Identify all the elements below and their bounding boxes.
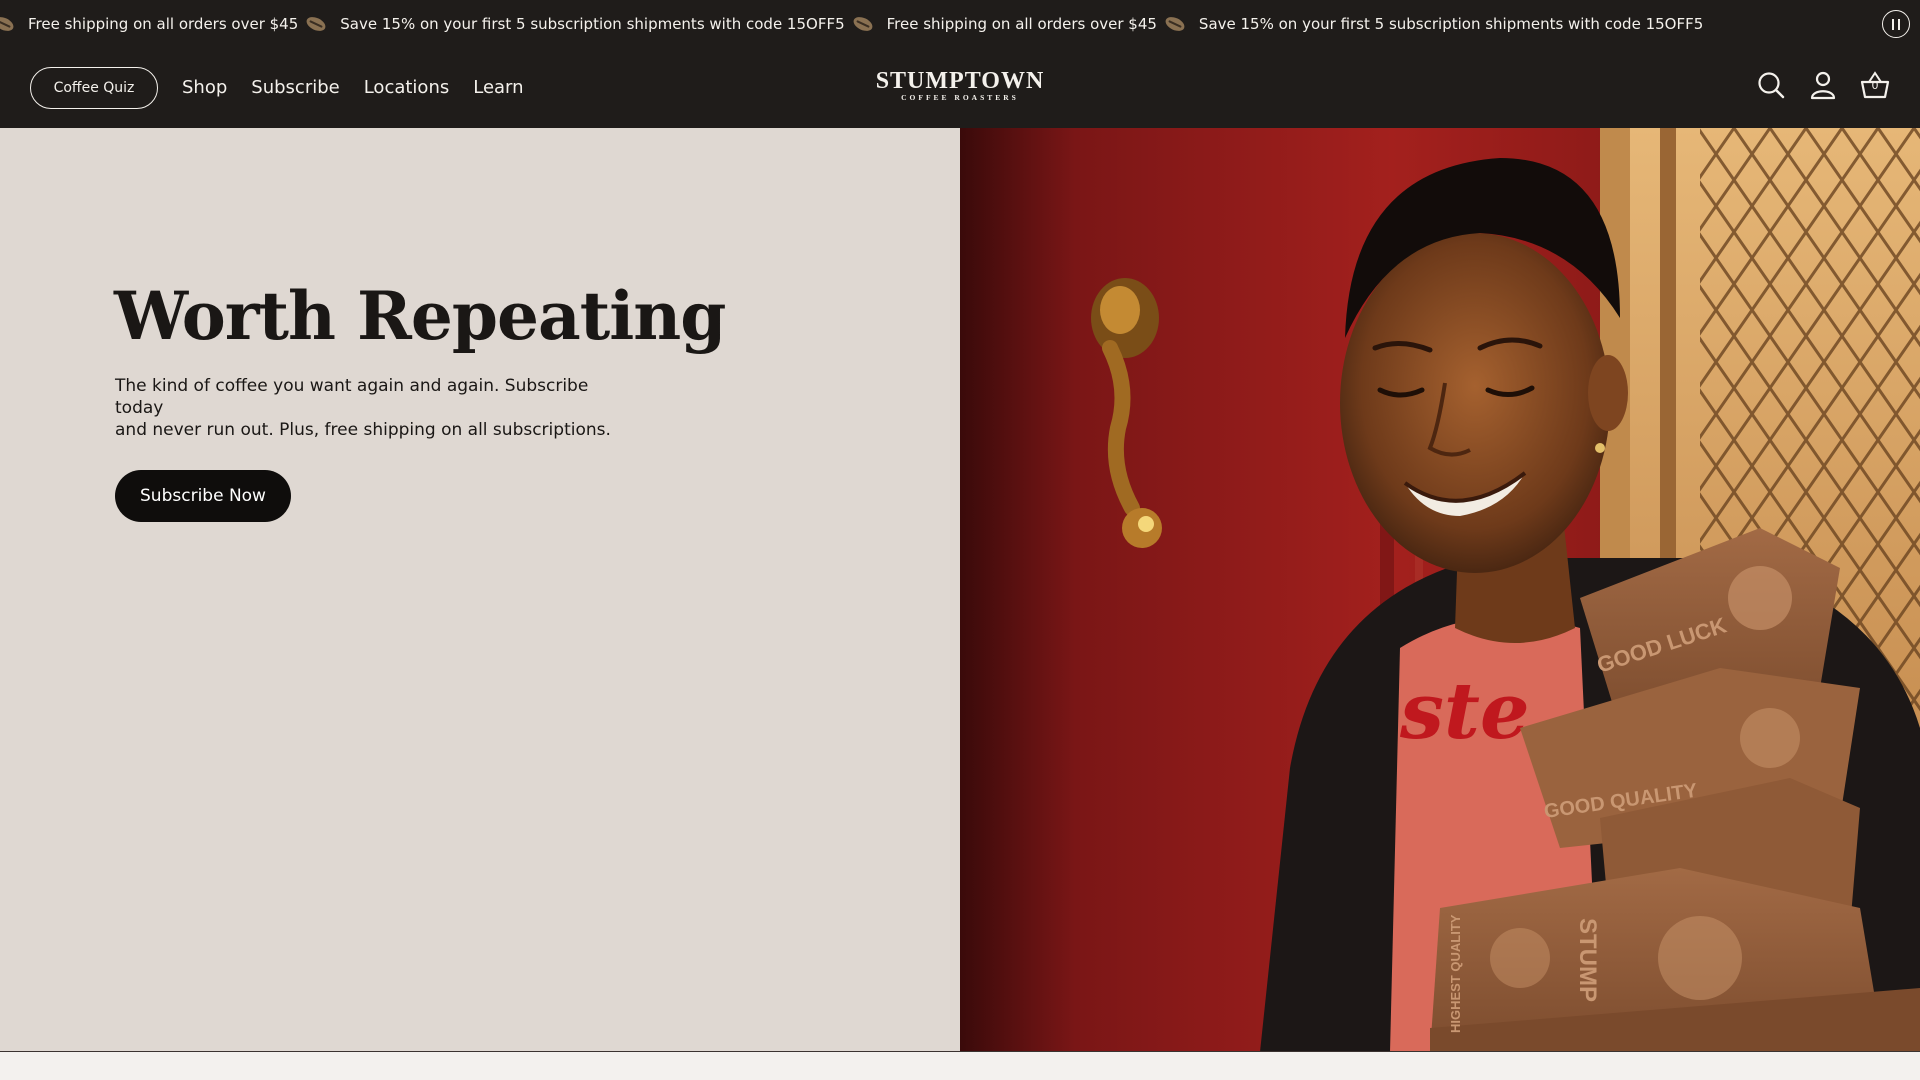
cart-icon[interactable]: 0	[1860, 70, 1890, 100]
announcement-item: Save 15% on your first 5 subscription sh…	[1198, 14, 1704, 33]
announcement-bar: Free shipping on all orders over $45 Sav…	[0, 0, 1920, 47]
coffee-quiz-button[interactable]: Coffee Quiz	[30, 67, 158, 109]
hero-subtitle-line: The kind of coffee you want again and ag…	[115, 376, 589, 418]
nav-locations[interactable]: Locations	[364, 77, 450, 98]
nav-shop[interactable]: Shop	[182, 77, 227, 98]
hero-text-panel	[0, 128, 960, 1052]
marquee-pause-button[interactable]	[1882, 10, 1910, 38]
coffee-bean-icon	[1163, 13, 1187, 34]
search-icon[interactable]	[1756, 70, 1786, 100]
coffee-bean-icon	[0, 13, 16, 34]
nav-subscribe[interactable]: Subscribe	[251, 77, 339, 98]
nav-learn[interactable]: Learn	[473, 77, 523, 98]
account-icon[interactable]	[1808, 70, 1838, 100]
cart-count: 0	[1871, 79, 1879, 92]
coffee-bean-icon	[304, 13, 328, 34]
next-section	[0, 1052, 1920, 1080]
shirt-print: ste	[1399, 666, 1530, 757]
subscribe-now-button[interactable]: Subscribe Now	[115, 470, 291, 522]
box-print: STUMP	[1574, 918, 1601, 1002]
announcement-item: Free shipping on all orders over $45	[28, 14, 299, 33]
hero-subtitle-line: and never run out. Plus, free shipping o…	[115, 420, 611, 440]
main-nav: Shop Subscribe Locations Learn	[182, 47, 524, 128]
header-actions: 0	[1756, 70, 1890, 100]
coffee-bean-icon	[851, 13, 875, 34]
hero-subtitle: The kind of coffee you want again and ag…	[115, 375, 635, 441]
announcement-item: Save 15% on your first 5 subscription sh…	[340, 14, 845, 33]
pause-icon	[1892, 18, 1894, 30]
box-print: HIGHEST QUALITY	[1448, 914, 1463, 1033]
hero-photo: ste GOOD LUCK GOOD QUALITY STUMP HIGHEST…	[960, 128, 1920, 1052]
announcement-item: Free shipping on all orders over $45	[886, 14, 1157, 33]
site-header: Coffee Quiz Shop Subscribe Locations Lea…	[0, 47, 1920, 128]
hero-title: Worth Repeating	[114, 277, 726, 355]
announcement-marquee: Free shipping on all orders over $45 Sav…	[0, 0, 1870, 47]
